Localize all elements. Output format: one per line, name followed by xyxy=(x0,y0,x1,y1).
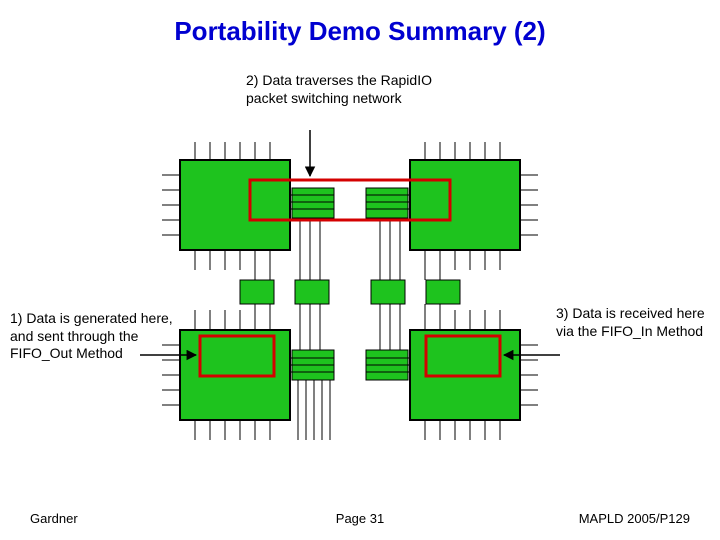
mid-block-r2 xyxy=(426,280,460,304)
chip-se-c xyxy=(410,160,520,250)
mid-block-l1 xyxy=(240,280,274,304)
mid-block-r1 xyxy=(371,280,405,304)
page-title: Portability Demo Summary (2) xyxy=(0,16,720,47)
block-pe-c xyxy=(366,188,408,218)
slide: Portability Demo Summary (2) 2) Data tra… xyxy=(0,0,720,540)
chip-se-b xyxy=(180,160,290,250)
caption-step2: 2) Data traverses the RapidIO packet swi… xyxy=(246,72,446,107)
diagram xyxy=(140,130,560,470)
block-pe-b xyxy=(292,188,334,218)
caption-step3: 3) Data is received here via the FIFO_In… xyxy=(556,305,706,340)
mid-block-l2 xyxy=(295,280,329,304)
footer-conf: MAPLD 2005/P129 xyxy=(579,511,690,526)
